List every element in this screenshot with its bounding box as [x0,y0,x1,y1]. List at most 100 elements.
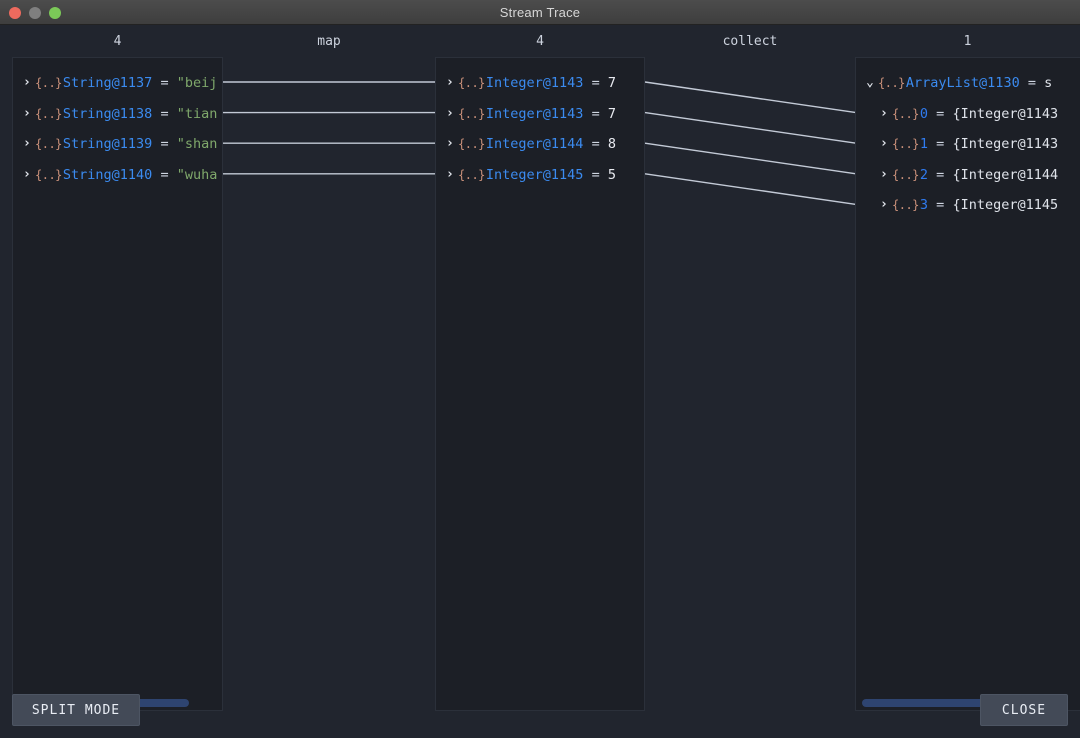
object-reference-label: Integer@1143 [486,106,584,122]
object-braces-icon: {..} [892,99,919,129]
chevron-right-icon[interactable]: › [446,129,458,159]
window-title: Stream Trace [0,5,1080,20]
traffic-light-group [9,0,61,25]
equals-separator: = [152,136,176,152]
equals-separator: = [152,167,176,183]
trace-content: 4 map 4 collect 1 ›{..}String@1137 = "be… [0,25,1080,738]
tree-row[interactable]: ›{..}String@1138 = "tian [13,99,217,129]
close-window-icon[interactable] [9,7,21,19]
object-braces-icon: {..} [35,68,62,98]
chevron-right-icon[interactable]: › [446,160,458,190]
chevron-right-icon[interactable]: › [23,160,35,190]
chevron-right-icon[interactable]: › [880,190,892,220]
chevron-right-icon[interactable]: › [880,160,892,190]
value-label: 7 [608,106,616,122]
collect-result-panel[interactable]: ⌄{..}ArrayList@1130 = s›{..}0 = {Integer… [855,57,1080,711]
object-reference-label: Integer@1145 [486,167,584,183]
chevron-down-icon[interactable]: ⌄ [866,68,878,98]
tree-row[interactable]: ›{..}1 = {Integer@1143 [856,129,1058,159]
tree-row[interactable]: ›{..}Integer@1143 = 7 [436,68,616,98]
object-reference-label: ArrayList@1130 [906,75,1020,91]
object-reference-label: String@1139 [63,136,152,152]
equals-separator: = [152,75,176,91]
value-label: 5 [608,167,616,183]
stage-op-map: map [223,34,435,49]
object-reference-label: String@1137 [63,75,152,91]
value-label: {Integer@1143 [952,106,1058,122]
object-reference-label: String@1140 [63,167,152,183]
object-braces-icon: {..} [458,99,485,129]
stage-count-collect: 1 [855,34,1080,49]
tree-row[interactable]: ›{..}Integer@1145 = 5 [436,160,616,190]
chevron-right-icon[interactable]: › [446,68,458,98]
tree-row[interactable]: ›{..}String@1137 = "beij [13,68,217,98]
value-label: "beij [177,75,218,91]
close-button[interactable]: CLOSE [980,694,1068,726]
array-index-label: 1 [920,136,928,152]
chevron-right-icon[interactable]: › [23,129,35,159]
maximize-window-icon[interactable] [49,7,61,19]
equals-separator: = [583,136,607,152]
chevron-right-icon[interactable]: › [880,99,892,129]
value-label: {Integer@1144 [952,167,1058,183]
connector-line-collect [645,143,856,174]
value-label: 8 [608,136,616,152]
tree-row[interactable]: ⌄{..}ArrayList@1130 = s [856,68,1052,98]
stage-header-row: 4 map 4 collect 1 [0,34,1080,56]
value-label: {Integer@1145 [952,197,1058,213]
value-label: 7 [608,75,616,91]
object-braces-icon: {..} [458,129,485,159]
equals-separator: = [928,167,952,183]
tree-row[interactable]: ›{..}Integer@1143 = 7 [436,99,616,129]
stage-op-collect: collect [645,34,855,49]
object-braces-icon: {..} [892,129,919,159]
object-reference-label: Integer@1144 [486,136,584,152]
equals-separator: = [928,106,952,122]
equals-separator: = [583,167,607,183]
tree-row[interactable]: ›{..}3 = {Integer@1145 [856,190,1058,220]
value-label: s [1044,75,1052,91]
tree-row[interactable]: ›{..}Integer@1144 = 8 [436,129,616,159]
array-index-label: 3 [920,197,928,213]
tree-row[interactable]: ›{..}String@1140 = "wuha [13,160,217,190]
object-braces-icon: {..} [892,160,919,190]
stage-count-map: 4 [435,34,645,49]
object-braces-icon: {..} [458,160,485,190]
object-braces-icon: {..} [35,160,62,190]
equals-separator: = [928,197,952,213]
stream-trace-window: Stream Trace 4 map 4 collect 1 ›{..}Stri… [0,0,1080,738]
window-titlebar: Stream Trace [0,0,1080,25]
stage-count-source: 4 [12,34,223,49]
object-reference-label: Integer@1143 [486,75,584,91]
chevron-right-icon[interactable]: › [23,99,35,129]
connector-line-collect [645,174,856,205]
object-braces-icon: {..} [35,129,62,159]
equals-separator: = [583,106,607,122]
object-braces-icon: {..} [458,68,485,98]
minimize-window-icon[interactable] [29,7,41,19]
chevron-right-icon[interactable]: › [880,129,892,159]
equals-separator: = [1020,75,1044,91]
array-index-label: 0 [920,106,928,122]
split-mode-button[interactable]: SPLIT MODE [12,694,140,726]
tree-row[interactable]: ›{..}2 = {Integer@1144 [856,160,1058,190]
source-panel[interactable]: ›{..}String@1137 = "beij›{..}String@1138… [12,57,223,711]
object-braces-icon: {..} [878,68,905,98]
chevron-right-icon[interactable]: › [446,99,458,129]
value-label: "tian [177,106,218,122]
equals-separator: = [928,136,952,152]
value-label: "wuha [177,167,218,183]
object-braces-icon: {..} [35,99,62,129]
equals-separator: = [152,106,176,122]
connector-line-collect [645,82,856,113]
object-braces-icon: {..} [892,190,919,220]
map-result-panel[interactable]: ›{..}Integer@1143 = 7›{..}Integer@1143 =… [435,57,645,711]
tree-row[interactable]: ›{..}String@1139 = "shan [13,129,217,159]
object-reference-label: String@1138 [63,106,152,122]
chevron-right-icon[interactable]: › [23,68,35,98]
value-label: "shan [177,136,218,152]
connector-line-collect [645,113,856,144]
array-index-label: 2 [920,167,928,183]
tree-row[interactable]: ›{..}0 = {Integer@1143 [856,99,1058,129]
value-label: {Integer@1143 [952,136,1058,152]
